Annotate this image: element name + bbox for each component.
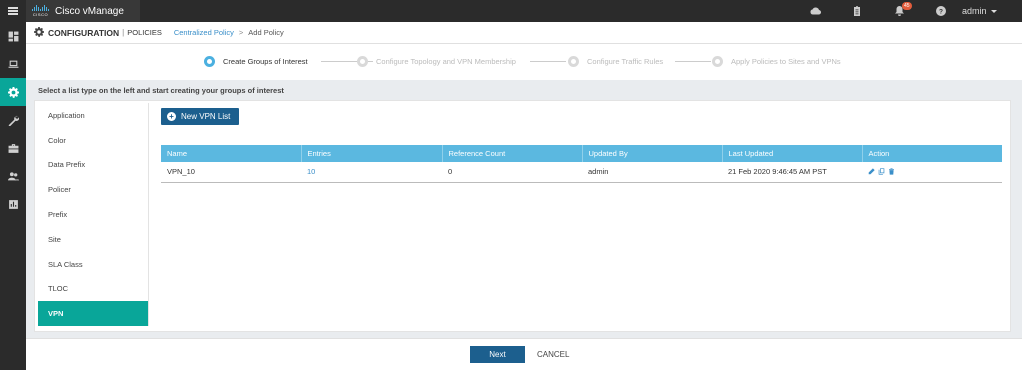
step-configure-traffic-rules[interactable]: Configure Traffic Rules <box>568 56 663 67</box>
monitor-icon[interactable] <box>0 50 26 78</box>
table-header-row: Name Entries Reference Count Updated By … <box>161 145 1002 162</box>
column-header-action: Action <box>862 145 1002 162</box>
content-panel <box>34 100 1011 332</box>
user-menu[interactable]: admin <box>962 6 1022 16</box>
menu-hamburger-icon[interactable] <box>0 0 26 22</box>
brand[interactable]: CISCO Cisco vManage <box>26 0 140 22</box>
logo-word: CISCO <box>32 12 49 17</box>
column-header-entries[interactable]: Entries <box>301 145 443 162</box>
step-label: Create Groups of Interest <box>223 57 308 66</box>
list-type-color[interactable]: Color <box>38 128 148 153</box>
new-vpn-list-label: New VPN List <box>181 112 231 121</box>
page-subsection: POLICIES <box>127 28 162 37</box>
step-label: Configure Topology and VPN Membership <box>376 57 516 66</box>
notification-badge: 45 <box>902 2 912 10</box>
list-type-menu: Application Color Data Prefix Policer Pr… <box>38 103 149 327</box>
cloud-icon[interactable] <box>794 7 836 15</box>
cell-name: VPN_10 <box>161 162 301 183</box>
configuration-gear-icon[interactable] <box>0 78 26 106</box>
instruction-text: Select a list type on the left and start… <box>38 86 284 95</box>
tools-wrench-icon[interactable] <box>0 106 26 134</box>
vpn-list-table: Name Entries Reference Count Updated By … <box>161 145 1002 183</box>
list-type-sla-class[interactable]: SLA Class <box>38 252 148 277</box>
analytics-chart-icon[interactable] <box>0 190 26 218</box>
column-header-reference-count[interactable]: Reference Count <box>442 145 583 162</box>
breadcrumb-current: Add Policy <box>248 28 284 37</box>
column-header-name[interactable]: Name <box>161 145 302 162</box>
column-header-last-updated[interactable]: Last Updated <box>722 145 863 162</box>
breadcrumb-centralized-policy[interactable]: Centralized Policy <box>174 28 234 37</box>
step-create-groups[interactable]: Create Groups of Interest <box>204 56 308 67</box>
wizard-stepper: Create Groups of Interest Configure Topo… <box>26 44 1022 80</box>
step-indicator-icon <box>357 56 368 67</box>
help-icon[interactable]: ? <box>920 6 962 16</box>
title-separator: | <box>122 28 125 37</box>
breadcrumb-arrow: > <box>238 28 244 37</box>
table-row: VPN_10 10 0 admin 21 Feb 2020 9:46:45 AM… <box>161 162 1002 183</box>
plus-circle-icon: + <box>167 112 176 121</box>
step-label: Configure Traffic Rules <box>587 57 664 66</box>
list-type-policer[interactable]: Policer <box>38 177 148 202</box>
new-vpn-list-button[interactable]: + New VPN List <box>161 108 239 125</box>
entries-link[interactable]: 10 <box>307 167 315 176</box>
top-bar: CISCO Cisco vManage 45 ? admin <box>0 0 1022 22</box>
administration-users-icon[interactable] <box>0 162 26 190</box>
step-connector <box>675 61 711 62</box>
step-indicator-icon <box>204 56 215 67</box>
cell-updated-by: admin <box>582 162 722 183</box>
step-indicator-icon <box>568 56 579 67</box>
maintenance-toolbox-icon[interactable] <box>0 134 26 162</box>
list-type-data-prefix[interactable]: Data Prefix <box>38 153 148 178</box>
page-header: CONFIGURATION | POLICIES Centralized Pol… <box>26 22 1022 44</box>
copy-icon[interactable] <box>878 168 885 175</box>
edit-pencil-icon[interactable] <box>868 168 875 175</box>
list-type-application[interactable]: Application <box>38 103 148 128</box>
cell-last-updated: 21 Feb 2020 9:46:45 AM PST <box>722 162 862 183</box>
step-connector <box>530 61 566 62</box>
svg-text:?: ? <box>939 8 943 15</box>
app-title: Cisco vManage <box>55 5 124 17</box>
list-type-vpn[interactable]: VPN <box>38 301 148 327</box>
footer-bar: Next CANCEL <box>26 338 1022 370</box>
cell-reference-count: 0 <box>442 162 582 183</box>
chevron-down-icon <box>990 9 997 13</box>
step-indicator-icon <box>712 56 723 67</box>
next-button[interactable]: Next <box>470 346 525 363</box>
column-header-updated-by[interactable]: Updated By <box>582 145 723 162</box>
page-section-title: CONFIGURATION <box>48 27 120 38</box>
task-clipboard-icon[interactable] <box>836 6 878 16</box>
cell-entries: 10 <box>301 162 442 183</box>
list-type-prefix[interactable]: Prefix <box>38 202 148 227</box>
left-nav-rail <box>0 22 26 370</box>
list-type-site[interactable]: Site <box>38 227 148 252</box>
bell-icon[interactable]: 45 <box>878 2 920 16</box>
dashboard-icon[interactable] <box>0 22 26 50</box>
list-type-tloc[interactable]: TLOC <box>38 277 148 302</box>
configuration-gear-icon <box>34 26 44 39</box>
cancel-button[interactable]: CANCEL <box>537 346 569 363</box>
step-label: Apply Policies to Sites and VPNs <box>731 57 841 66</box>
step-configure-topology[interactable]: Configure Topology and VPN Membership <box>357 56 516 67</box>
cell-action <box>862 162 1002 183</box>
delete-trash-icon[interactable] <box>888 168 895 175</box>
cisco-logo: CISCO <box>32 5 49 17</box>
step-apply-policies[interactable]: Apply Policies to Sites and VPNs <box>712 56 841 67</box>
user-name: admin <box>962 6 987 16</box>
